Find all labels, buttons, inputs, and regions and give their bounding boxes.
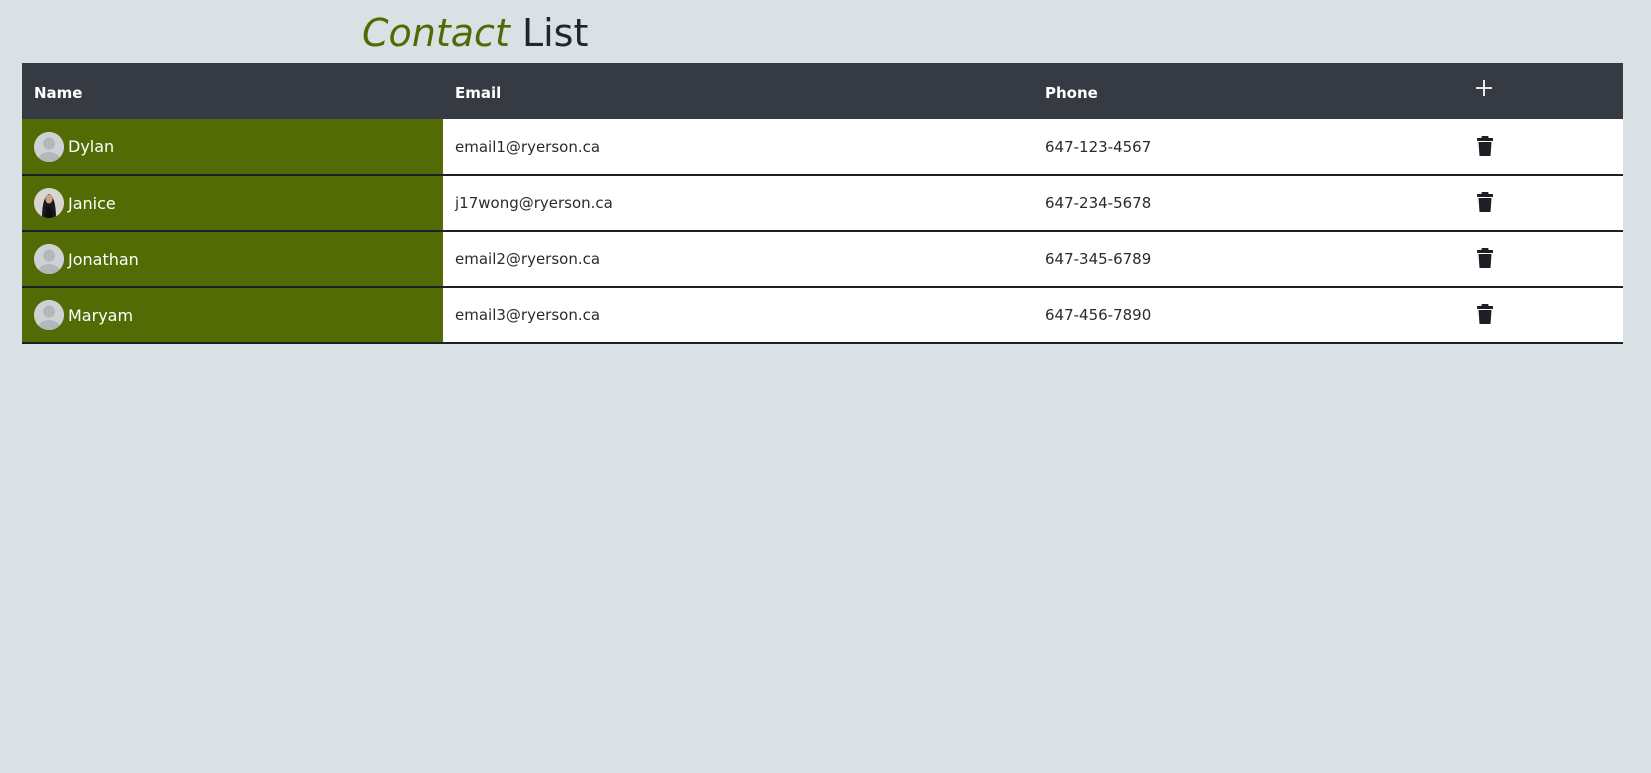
delete-button[interactable]	[1475, 191, 1495, 213]
trash-icon	[1477, 192, 1493, 212]
table-row: Janice j17wong@ryerson.ca 647-234-5678	[22, 175, 1623, 231]
contact-name: Maryam	[68, 305, 134, 325]
trash-icon	[1477, 135, 1493, 156]
add-contact-button[interactable]	[1473, 77, 1495, 99]
email-column-header: Email	[455, 84, 502, 102]
contact-name: Janice	[68, 193, 116, 213]
name-cell: Janice	[22, 175, 443, 231]
contact-table: Name Email Phone Dylan email1@ryerson.ca…	[22, 63, 1623, 344]
action-cell	[1463, 231, 1623, 287]
name-cell: Jonathan	[22, 231, 443, 287]
email-cell: email2@ryerson.ca	[443, 231, 1033, 287]
delete-button[interactable]	[1475, 247, 1495, 269]
plus-icon	[1476, 80, 1492, 96]
trash-icon	[1477, 304, 1493, 324]
phone-cell: 647-456-7890	[1033, 287, 1463, 343]
default-avatar-icon	[34, 244, 64, 274]
email-cell: email1@ryerson.ca	[443, 119, 1033, 175]
table-row: Maryam email3@ryerson.ca 647-456-7890	[22, 287, 1623, 343]
photo-avatar-icon	[34, 188, 64, 218]
default-avatar-icon	[34, 300, 64, 330]
name-column-header: Name	[34, 84, 83, 102]
contact-name: Dylan	[68, 137, 115, 156]
table-header: Name Email Phone	[22, 63, 1623, 119]
action-column-header	[1463, 63, 1623, 119]
contact-name: Jonathan	[68, 249, 139, 269]
delete-button[interactable]	[1475, 303, 1495, 325]
action-cell	[1463, 175, 1623, 231]
page-title-rest: List	[521, 11, 589, 55]
page-title-accent: Contact	[362, 11, 510, 55]
name-cell: Maryam	[22, 287, 443, 343]
table-row: Dylan email1@ryerson.ca 647-123-4567	[22, 119, 1623, 175]
default-avatar-icon	[34, 131, 64, 162]
phone-column-header: Phone	[1045, 84, 1098, 102]
phone-cell: 647-123-4567	[1033, 119, 1463, 175]
name-cell: Dylan	[22, 119, 443, 175]
table-row: Jonathan email2@ryerson.ca 647-345-6789	[22, 231, 1623, 287]
phone-cell: 647-234-5678	[1033, 175, 1463, 231]
email-cell: email3@ryerson.ca	[443, 287, 1033, 343]
header-row: Name Email Phone	[22, 63, 1623, 119]
email-cell: j17wong@ryerson.ca	[443, 175, 1033, 231]
trash-icon	[1477, 248, 1493, 268]
action-cell	[1463, 119, 1623, 175]
action-cell	[1463, 287, 1623, 343]
delete-button[interactable]	[1475, 135, 1495, 157]
phone-cell: 647-345-6789	[1033, 231, 1463, 287]
page-title: Contact List	[362, 8, 588, 58]
